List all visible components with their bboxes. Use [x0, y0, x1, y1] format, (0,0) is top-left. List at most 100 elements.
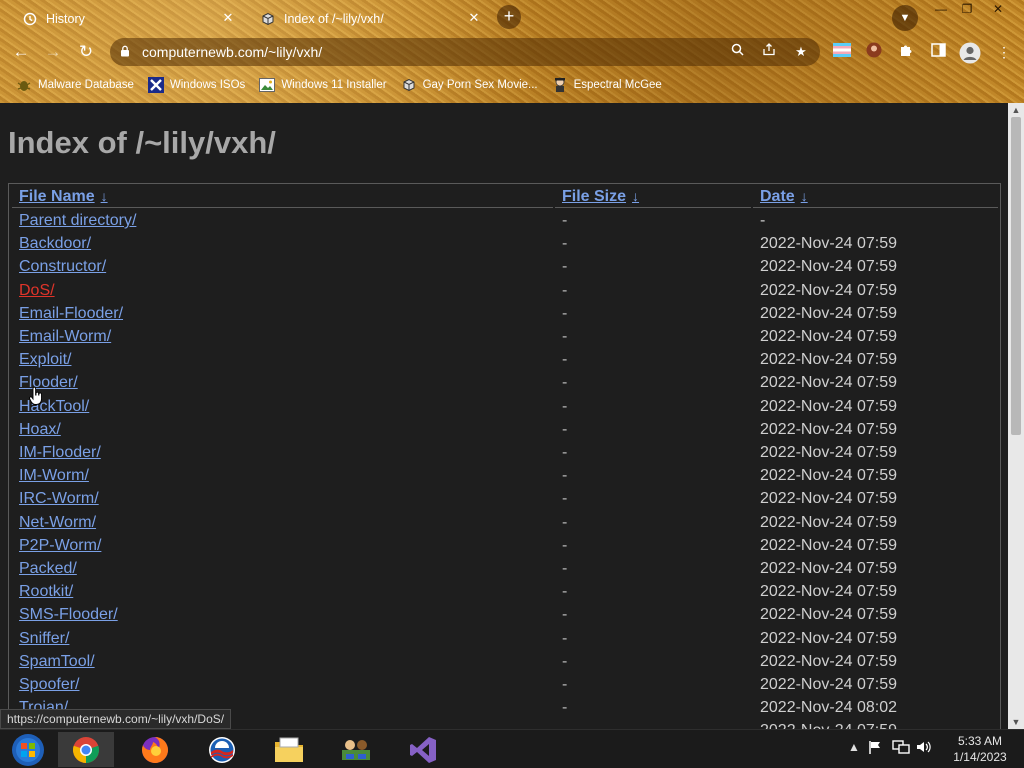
- tray-overflow-chevron-up-icon[interactable]: ▲: [848, 740, 860, 754]
- date-cell: -: [760, 212, 766, 229]
- forward-arrow-icon[interactable]: →: [40, 39, 66, 65]
- directory-link[interactable]: Spoofer/: [19, 676, 79, 694]
- file-size-cell: -: [562, 560, 568, 577]
- new-tab-button[interactable]: +: [497, 5, 521, 29]
- extension-flag-icon[interactable]: [832, 42, 852, 62]
- file-size-cell: -: [562, 513, 568, 531]
- back-arrow-icon[interactable]: ←: [8, 39, 34, 65]
- vertical-scrollbar[interactable]: ▲ ▼: [1008, 103, 1024, 729]
- table-row: Email-Flooder/ - 2022-Nov-24 07:59: [9, 305, 1002, 328]
- address-bar[interactable]: computernewb.com/~lily/vxh/ ★: [110, 38, 820, 66]
- bookmark-item[interactable]: Espectral McGee: [552, 77, 662, 93]
- package-icon: [401, 77, 417, 93]
- directory-listing-table: File Name ↓ File Size ↓ Date ↓ Parent direc…: [8, 183, 1001, 729]
- taskbar: ▲ 5:33 AM 1/14/2023: [0, 729, 1024, 768]
- scroll-up-arrow-icon[interactable]: ▲: [1008, 103, 1024, 117]
- column-header-file-name[interactable]: File Name ↓: [19, 188, 108, 206]
- bookmark-item[interactable]: Gay Porn Sex Movie...: [401, 77, 538, 93]
- tab-search-chevron-down-icon[interactable]: ▼: [892, 5, 918, 31]
- table-row: Constructor/ - 2022-Nov-24 07:59: [9, 258, 1002, 281]
- directory-link[interactable]: IM-Flooder/: [19, 444, 101, 462]
- restore-button[interactable]: ❐: [950, 0, 984, 18]
- bookmark-item[interactable]: Malware Database: [16, 77, 134, 93]
- file-size-cell: -: [562, 212, 568, 229]
- directory-link[interactable]: Sniffer/: [19, 630, 69, 648]
- close-icon[interactable]: ✕: [466, 10, 482, 26]
- tab-title: Index of /~lily/vxh/: [284, 11, 384, 26]
- taskbar-file-explorer-icon[interactable]: [261, 732, 317, 767]
- date-cell: 2022-Nov-24 07:59: [760, 583, 897, 601]
- link-status-bubble: https://computernewb.com/~lily/vxh/DoS/: [0, 709, 232, 729]
- directory-link[interactable]: Parent directory/: [19, 212, 136, 230]
- directory-link[interactable]: IM-Worm/: [19, 467, 89, 485]
- directory-link[interactable]: Email-Flooder/: [19, 305, 123, 323]
- directory-link[interactable]: Hoax/: [19, 421, 61, 439]
- date-cell: 2022-Nov-24 07:59: [760, 606, 897, 624]
- directory-link[interactable]: IRC-Worm/: [19, 490, 99, 508]
- sort-arrow-icon: ↓: [100, 188, 108, 204]
- date-cell: 2022-Nov-24 07:59: [760, 513, 897, 531]
- directory-link[interactable]: Exploit/: [19, 351, 71, 369]
- search-icon[interactable]: [728, 43, 746, 61]
- file-size-cell: -: [562, 397, 568, 415]
- toolbar: ← → ↻ computernewb.com/~lily/vxh/ ★ ⋮: [0, 36, 1024, 68]
- date-cell: 2022-Nov-24 07:59: [760, 235, 897, 253]
- table-row: P2P-Worm/ - 2022-Nov-24 07:59: [9, 537, 1002, 560]
- directory-link[interactable]: P2P-Worm/: [19, 537, 101, 555]
- scroll-down-arrow-icon[interactable]: ▼: [1008, 715, 1024, 729]
- volume-icon[interactable]: [916, 740, 932, 757]
- tab-index-vxh[interactable]: Index of /~lily/vxh/ ✕: [250, 3, 490, 34]
- taskbar-obama-logo-icon[interactable]: [194, 732, 250, 767]
- table-row: IM-Worm/ - 2022-Nov-24 07:59: [9, 467, 1002, 490]
- directory-link[interactable]: Constructor/: [19, 258, 106, 276]
- directory-link[interactable]: Flooder/: [19, 374, 78, 392]
- file-size-cell: -: [562, 467, 568, 485]
- date-cell: 2022-Nov-24 07:59: [760, 722, 897, 729]
- date-cell: 2022-Nov-24 07:59: [760, 652, 897, 670]
- directory-link[interactable]: Rootkit/: [19, 583, 73, 601]
- start-button[interactable]: [0, 732, 56, 767]
- column-header-date[interactable]: Date ↓: [760, 188, 808, 206]
- column-header-file-size[interactable]: File Size ↓: [562, 188, 639, 206]
- action-center-flag-icon[interactable]: [868, 740, 882, 757]
- directory-link[interactable]: DoS/: [19, 282, 55, 300]
- extension-avatar-icon[interactable]: [864, 42, 884, 62]
- directory-link[interactable]: Backdoor/: [19, 235, 91, 253]
- taskbar-network-app-icon[interactable]: [328, 732, 384, 767]
- kebab-menu-icon[interactable]: ⋮: [994, 42, 1014, 62]
- date-cell: 2022-Nov-24 07:59: [760, 676, 897, 693]
- directory-link[interactable]: Email-Worm/: [19, 328, 111, 346]
- window-close-button[interactable]: ✕: [980, 0, 1016, 18]
- directory-link[interactable]: SpamTool/: [19, 653, 95, 671]
- bookmark-item[interactable]: Windows 11 Installer: [259, 77, 387, 93]
- character-icon: [552, 77, 568, 93]
- star-icon[interactable]: ★: [792, 43, 810, 61]
- sort-arrow-icon: ↓: [632, 188, 640, 204]
- date-cell: 2022-Nov-24 07:59: [760, 629, 897, 647]
- taskbar-firefox-icon[interactable]: [127, 732, 183, 767]
- reload-icon[interactable]: ↻: [73, 39, 99, 65]
- taskbar-visual-studio-icon[interactable]: [395, 732, 451, 767]
- date-cell: 2022-Nov-24 07:59: [760, 560, 897, 577]
- network-icon[interactable]: [892, 740, 910, 757]
- history-icon: [22, 11, 38, 27]
- taskbar-chrome-icon[interactable]: [58, 732, 114, 767]
- directory-link[interactable]: Packed/: [19, 560, 77, 578]
- table-row: IRC-Worm/ - 2022-Nov-24 07:59: [9, 490, 1002, 513]
- close-icon[interactable]: ✕: [220, 10, 236, 26]
- tab-history[interactable]: History ✕: [12, 3, 244, 34]
- directory-link[interactable]: SMS-Flooder/: [19, 606, 118, 624]
- extensions-puzzle-icon[interactable]: [896, 42, 916, 62]
- bookmark-item[interactable]: Windows ISOs: [147, 77, 245, 93]
- directory-link[interactable]: Net-Worm/: [19, 514, 96, 532]
- side-panel-icon[interactable]: [928, 42, 948, 62]
- profile-avatar-icon[interactable]: [958, 42, 982, 64]
- file-size-cell: -: [562, 629, 568, 647]
- file-size-cell: -: [562, 235, 568, 253]
- share-icon[interactable]: [760, 43, 778, 61]
- table-row: Backdoor/ - 2022-Nov-24 07:59: [9, 235, 1002, 258]
- tab-title: History: [46, 11, 85, 26]
- scrollbar-thumb[interactable]: [1011, 117, 1021, 435]
- url-text[interactable]: computernewb.com/~lily/vxh/: [142, 44, 702, 60]
- system-clock[interactable]: 5:33 AM 1/14/2023: [940, 733, 1020, 765]
